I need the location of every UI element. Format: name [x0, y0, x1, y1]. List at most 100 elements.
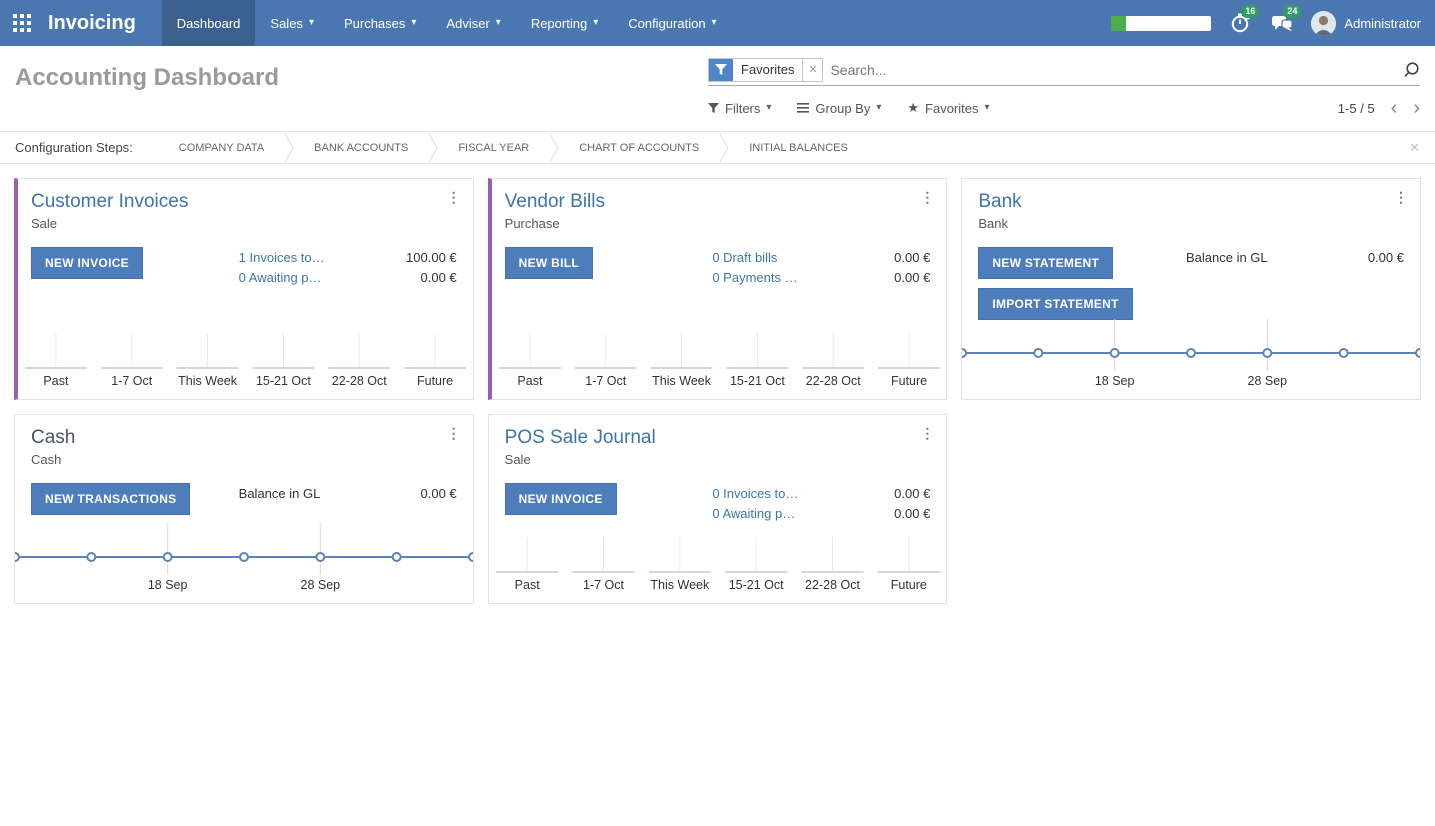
step-fiscal-year[interactable]: FISCAL YEAR — [438, 142, 549, 154]
draft-bills-link[interactable]: 0 Draft bills — [712, 249, 777, 266]
group-by-button[interactable]: Group By ▾ — [797, 101, 881, 116]
user-menu[interactable]: Administrator — [1311, 11, 1421, 36]
filter-funnel-icon — [708, 103, 719, 114]
amount: 0.00 € — [894, 485, 930, 502]
chevron-separator-icon — [428, 133, 438, 163]
menu-purchases[interactable]: Purchases ▾ — [329, 0, 431, 46]
favorites-button[interactable]: ★ Favorites ▾ — [907, 100, 989, 116]
search-icon[interactable] — [1402, 61, 1420, 79]
search-options: Filters ▾ Group By ▾ ★ Favorites ▾ 1-5 /… — [708, 98, 1420, 118]
journal-bar-graph[interactable]: Past1-7 OctThis Week15-21 Oct22-28 OctFu… — [489, 535, 947, 597]
apps-grid-icon[interactable] — [0, 0, 44, 46]
journal-line-graph[interactable]: 18 Sep 28 Sep — [15, 523, 473, 597]
card-title[interactable]: POS Sale Journal — [505, 427, 931, 449]
prev-page-icon[interactable]: ‹ — [1391, 98, 1398, 118]
awaiting-payments-link[interactable]: 0 Awaiting p… — [239, 269, 322, 286]
svg-text:1-7 Oct: 1-7 Oct — [583, 578, 625, 592]
invoices-to-validate-link[interactable]: 0 Invoices to… — [712, 485, 798, 502]
menu-sales[interactable]: Sales ▾ — [255, 0, 329, 46]
apps-grid-glyph — [13, 14, 32, 33]
kebab-menu-icon[interactable]: ⋮ — [1394, 189, 1408, 206]
menu-dashboard[interactable]: Dashboard — [162, 0, 256, 46]
card-subtitle: Cash — [31, 452, 457, 467]
caret-down-icon: ▾ — [309, 18, 314, 28]
menu-reporting-label: Reporting — [531, 16, 587, 31]
messaging-button[interactable]: 24 — [1269, 10, 1295, 36]
card-customer-invoices: ⋮ Customer Invoices Sale NEW INVOICE 1 I… — [14, 178, 474, 400]
journal-line-graph[interactable]: 18 Sep 28 Sep — [962, 319, 1420, 393]
invoices-to-validate-link[interactable]: 1 Invoices to… — [239, 249, 325, 266]
svg-text:28 Sep: 28 Sep — [1248, 374, 1288, 388]
remove-facet-icon[interactable]: ✕ — [802, 59, 822, 81]
caret-down-icon: ▾ — [766, 103, 771, 113]
search-facet: Favorites ✕ — [708, 58, 823, 82]
import-statement-button[interactable]: IMPORT STATEMENT — [978, 288, 1132, 320]
balance-label: Balance in GL — [1186, 249, 1268, 266]
step-company-data[interactable]: COMPANY DATA — [159, 142, 284, 154]
card-title[interactable]: Customer Invoices — [31, 191, 457, 213]
timer-button[interactable]: 16 — [1227, 10, 1253, 36]
chevron-separator-icon — [719, 133, 729, 163]
menu-configuration-label: Configuration — [628, 16, 705, 31]
step-bank-accounts[interactable]: BANK ACCOUNTS — [294, 142, 428, 154]
svg-text:15-21 Oct: 15-21 Oct — [730, 374, 785, 388]
payments-link[interactable]: 0 Payments … — [712, 269, 797, 286]
card-cash: ⋮ Cash Cash NEW TRANSACTIONS Balance in … — [14, 414, 474, 604]
caret-down-icon: ▾ — [496, 18, 501, 28]
new-statement-button[interactable]: NEW STATEMENT — [978, 247, 1113, 279]
user-name: Administrator — [1344, 16, 1421, 31]
timer-badge: 16 — [1241, 5, 1259, 18]
progress-bar[interactable] — [1111, 16, 1211, 31]
card-bank: ⋮ Bank Bank NEW STATEMENT IMPORT STATEME… — [961, 178, 1421, 400]
menu-sales-label: Sales — [270, 16, 303, 31]
new-invoice-button[interactable]: NEW INVOICE — [505, 483, 617, 515]
svg-text:Past: Past — [43, 374, 69, 388]
next-page-icon[interactable]: › — [1413, 98, 1420, 118]
amount: 0.00 € — [894, 249, 930, 266]
new-invoice-button[interactable]: NEW INVOICE — [31, 247, 143, 279]
new-bill-button[interactable]: NEW BILL — [505, 247, 593, 279]
svg-text:18 Sep: 18 Sep — [148, 578, 188, 592]
card-subtitle: Sale — [505, 452, 931, 467]
filters-button[interactable]: Filters ▾ — [708, 101, 771, 116]
svg-text:This Week: This Week — [652, 374, 712, 388]
caret-down-icon: ▾ — [876, 103, 881, 113]
svg-text:22-28 Oct: 22-28 Oct — [805, 578, 860, 592]
svg-text:18 Sep: 18 Sep — [1095, 374, 1135, 388]
top-navbar: Invoicing Dashboard Sales ▾ Purchases ▾ … — [0, 0, 1435, 46]
card-title[interactable]: Vendor Bills — [505, 191, 931, 213]
svg-text:28 Sep: 28 Sep — [301, 578, 341, 592]
menu-purchases-label: Purchases — [344, 16, 405, 31]
card-title[interactable]: Bank — [978, 191, 1404, 213]
app-brand[interactable]: Invoicing — [44, 0, 162, 46]
step-initial-balances[interactable]: INITIAL BALANCES — [729, 142, 868, 154]
caret-down-icon: ▾ — [985, 103, 990, 113]
menu-adviser[interactable]: Adviser ▾ — [431, 0, 515, 46]
menu-configuration[interactable]: Configuration ▾ — [613, 0, 731, 46]
search-area: Favorites ✕ Filters ▾ — [708, 56, 1420, 131]
new-transactions-button[interactable]: NEW TRANSACTIONS — [31, 483, 190, 515]
search-input[interactable] — [830, 62, 1402, 78]
amount: 0.00 € — [894, 505, 930, 522]
menu-reporting[interactable]: Reporting ▾ — [516, 0, 613, 46]
facet-label: Favorites — [733, 59, 802, 81]
journal-bar-graph[interactable]: Past1-7 OctThis Week15-21 Oct22-28 OctFu… — [492, 331, 947, 393]
step-chart-of-accounts[interactable]: CHART OF ACCOUNTS — [559, 142, 719, 154]
kebab-menu-icon[interactable]: ⋮ — [920, 425, 934, 442]
awaiting-payments-link[interactable]: 0 Awaiting p… — [712, 505, 795, 522]
pager-value: 1-5 / 5 — [1338, 101, 1375, 116]
close-icon[interactable]: ✕ — [1409, 140, 1420, 156]
kebab-menu-icon[interactable]: ⋮ — [447, 425, 461, 442]
svg-text:Past: Past — [514, 578, 540, 592]
search-bar: Favorites ✕ — [708, 56, 1420, 86]
svg-text:15-21 Oct: 15-21 Oct — [728, 578, 783, 592]
kebab-menu-icon[interactable]: ⋮ — [447, 189, 461, 206]
avatar — [1311, 11, 1336, 36]
svg-text:Future: Future — [890, 578, 926, 592]
journal-bar-graph[interactable]: Past1-7 OctThis Week15-21 Oct22-28 OctFu… — [18, 331, 473, 393]
menu-adviser-label: Adviser — [446, 16, 489, 31]
amount: 100.00 € — [406, 249, 457, 266]
kebab-menu-icon[interactable]: ⋮ — [920, 189, 934, 206]
svg-text:Past: Past — [517, 374, 543, 388]
card-title[interactable]: Cash — [31, 427, 457, 449]
